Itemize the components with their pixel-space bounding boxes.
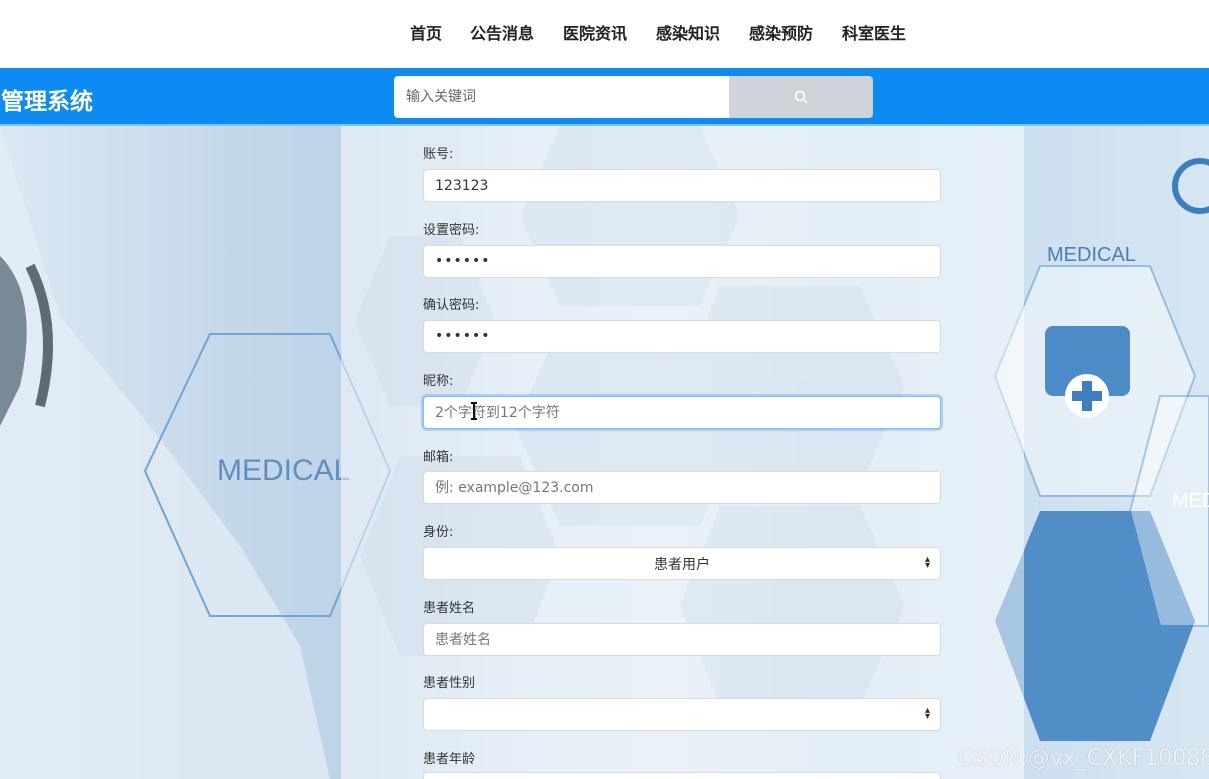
account-label: 账号:: [423, 147, 454, 162]
patient-age-input[interactable]: [423, 772, 941, 779]
email-input[interactable]: [423, 471, 941, 504]
nav-item-infection-prevention[interactable]: 感染预防: [749, 20, 813, 44]
role-select[interactable]: 患者用户 ▴ ▾: [423, 547, 941, 580]
confirm-password-input[interactable]: ••••••: [423, 320, 941, 353]
search-icon: [794, 90, 808, 104]
confirm-password-label: 确认密码:: [423, 298, 480, 313]
patient-age-label: 患者年龄: [423, 752, 476, 767]
text-cursor-icon: [471, 402, 477, 420]
top-navigation: 首页 公告消息 医院资讯 感染知识 感染预防 科室医生: [0, 0, 1209, 68]
patient-name-input[interactable]: [423, 623, 941, 656]
patient-gender-select[interactable]: ▴ ▾: [423, 698, 941, 731]
bg-text-medical-right: MEDICAL: [1047, 244, 1136, 266]
search-input[interactable]: [394, 76, 730, 118]
role-label: 身份:: [423, 525, 454, 540]
account-input[interactable]: [423, 169, 941, 202]
nickname-label: 昵称:: [423, 374, 454, 389]
nav-item-hospital-news[interactable]: 医院资讯: [563, 20, 627, 44]
nav-item-infection-knowledge[interactable]: 感染知识: [656, 20, 720, 44]
select-arrows-icon: ▴ ▾: [924, 554, 930, 571]
role-select-value: 患者用户: [654, 556, 710, 573]
nav-item-home[interactable]: 首页: [410, 20, 442, 44]
site-header: 息管理系统: [0, 68, 1209, 126]
patient-name-label: 患者姓名: [423, 601, 476, 616]
site-title: 息管理系统: [0, 89, 93, 115]
select-arrows-icon: ▴ ▾: [924, 705, 930, 722]
bg-text-medical-left: MEDICAL: [217, 454, 351, 487]
password-input[interactable]: ••••••: [423, 245, 941, 278]
bg-text-med-right: MED: [1172, 490, 1209, 512]
nav-item-announcements[interactable]: 公告消息: [470, 20, 534, 44]
search-button[interactable]: [729, 76, 873, 118]
nickname-input[interactable]: [423, 396, 941, 429]
nav-item-department-doctors[interactable]: 科室医生: [842, 20, 906, 44]
email-label: 邮箱:: [423, 450, 454, 465]
password-label: 设置密码:: [423, 223, 480, 238]
watermark: CSDN @vx_CXKF10088: [958, 746, 1209, 771]
patient-gender-label: 患者性别: [423, 676, 476, 691]
